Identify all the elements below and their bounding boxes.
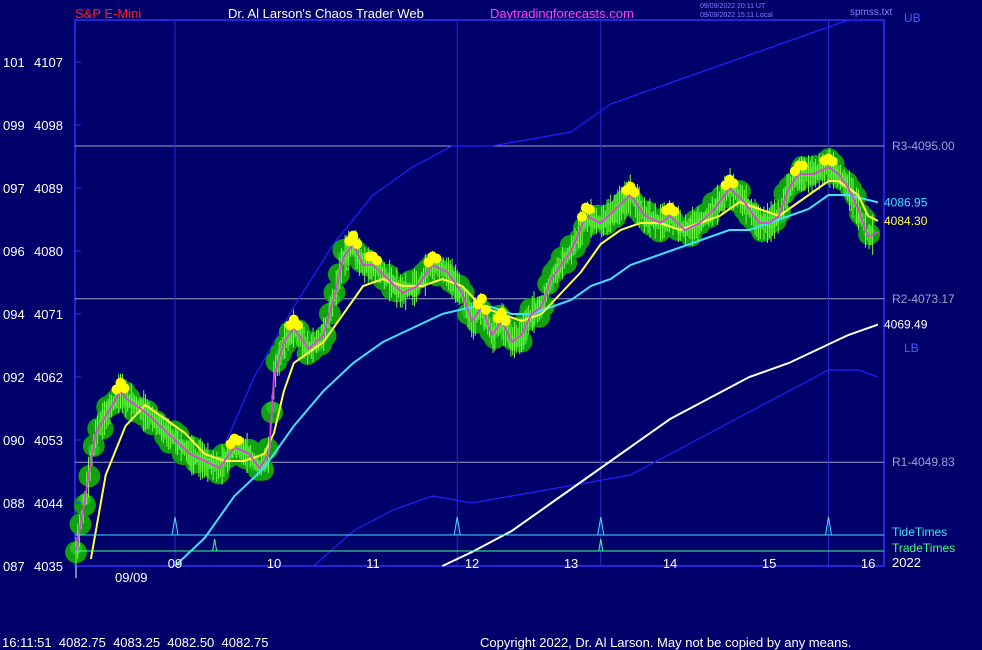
y-tick-label-price: 4035: [34, 559, 63, 574]
level-label-2: R2-4073.17: [892, 292, 955, 306]
high-marker: [629, 187, 640, 198]
high-marker: [728, 178, 739, 189]
y-tick-label-price: 4071: [34, 307, 63, 322]
high-marker: [827, 156, 838, 167]
x-tick-label: 16: [861, 556, 875, 571]
y-tick-label-left: 088: [3, 496, 25, 511]
upper-band-label: UB: [904, 11, 921, 25]
y-tick-label-left: 090: [3, 433, 25, 448]
site-title: Dr. Al Larson's Chaos Trader Web: [228, 6, 424, 21]
end-value-cyan-average: 4086.95: [884, 195, 928, 209]
timestamp-local: 09/09/2022 15:11 Local: [700, 12, 773, 19]
y-tick-label-left: 092: [3, 370, 25, 385]
lower-band-label: LB: [904, 341, 919, 355]
copyright-notice: Copyright 2022, Dr. Al Larson. May not b…: [480, 635, 851, 650]
y-tick-label-price: 4062: [34, 370, 63, 385]
x-tick-label: 14: [663, 556, 677, 571]
x-date-label: 09/09: [115, 570, 148, 585]
y-tick-label-left: 097: [3, 181, 25, 196]
level-label-1: R3-4095.00: [892, 139, 955, 153]
file-name: spmss.txt: [850, 7, 892, 18]
end-value-white-line: 4069.49: [884, 318, 928, 332]
x-tick-label: 15: [762, 556, 776, 571]
high-marker: [476, 293, 487, 304]
tide-times-label: TideTimes: [892, 525, 947, 539]
high-marker: [371, 255, 382, 266]
high-marker: [500, 316, 511, 326]
timestamp-ut: 09/09/2022 20:11 UT: [700, 3, 766, 10]
y-tick-label-left: 096: [3, 244, 25, 259]
end-value-yellow-average: 4084.30: [884, 214, 928, 228]
quote-readout: 16:11:51 4082.75 4083.25 4082.50 4082.75: [2, 635, 269, 650]
y-tick-label-price: 4089: [34, 181, 63, 196]
y-tick-label-left: 101: [3, 55, 25, 70]
level-label-3: R1-4049.83: [892, 455, 955, 469]
x-tick-label: 11: [366, 556, 380, 571]
high-marker: [480, 304, 491, 315]
y-tick-label-price: 4053: [34, 433, 63, 448]
instrument-title: S&P E-Mini: [75, 6, 141, 21]
y-tick-label-left: 087: [3, 559, 25, 574]
high-marker: [233, 435, 244, 446]
y-tick-label-price: 4080: [34, 244, 63, 259]
x-year-label: 2022: [892, 555, 921, 570]
high-marker: [797, 160, 808, 171]
high-marker: [431, 253, 442, 264]
y-tick-label-price: 4098: [34, 118, 63, 133]
high-marker: [352, 239, 363, 249]
x-tick-label: 10: [267, 556, 281, 571]
high-marker: [576, 211, 587, 222]
y-tick-label-left: 099: [3, 118, 25, 133]
site-url-link[interactable]: Daytradingforecasts.com: [490, 6, 634, 21]
y-tick-label-left: 094: [3, 307, 25, 322]
x-tick-label: 09: [168, 556, 182, 571]
high-marker: [119, 383, 130, 394]
chart: S&P E-Mini Dr. Al Larson's Chaos Trader …: [0, 0, 982, 650]
x-tick-label: 12: [465, 556, 479, 571]
trade-times-label: TradeTimes: [892, 541, 955, 555]
y-tick-label-price: 4107: [34, 55, 63, 70]
high-marker: [669, 206, 680, 217]
high-marker: [292, 320, 303, 331]
x-tick-label: 13: [564, 556, 578, 571]
high-marker: [584, 204, 595, 215]
y-tick-label-price: 4044: [34, 496, 63, 511]
